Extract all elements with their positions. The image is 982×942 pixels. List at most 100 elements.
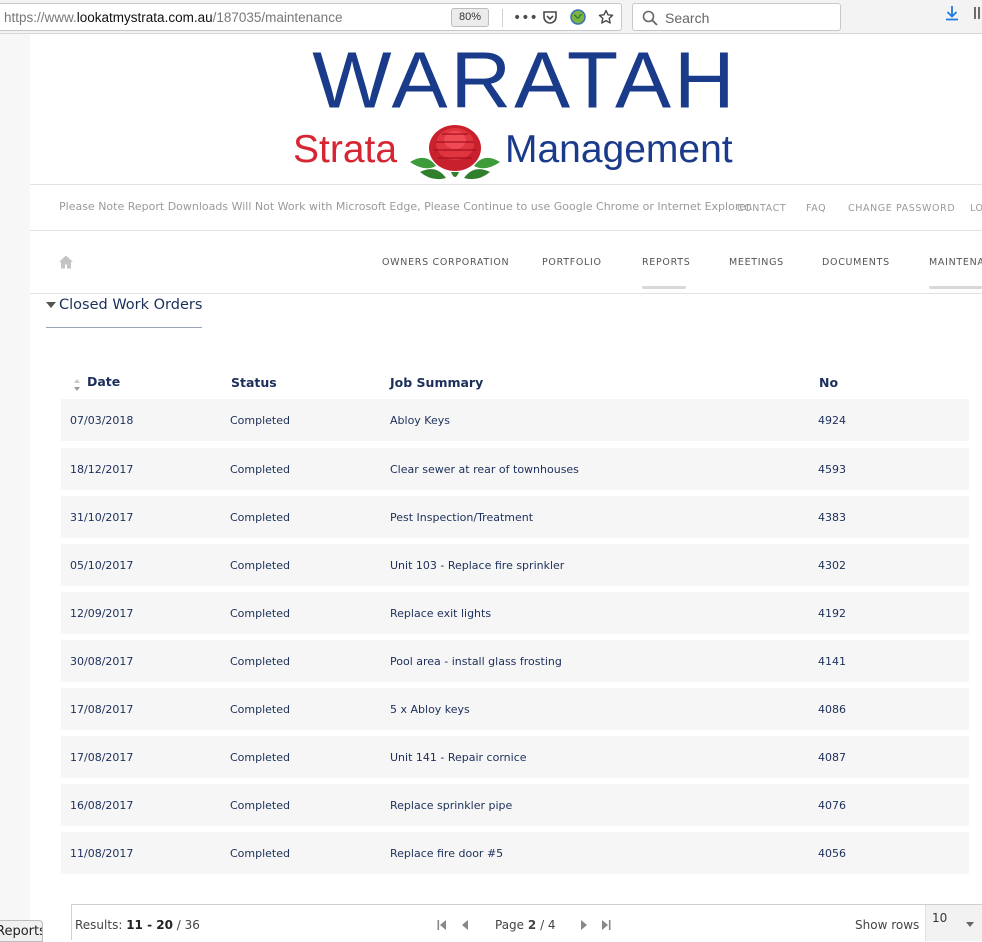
table-row[interactable]: 05/10/2017 Completed Unit 103 - Replace fi… (61, 544, 969, 586)
sort-icon[interactable] (73, 378, 81, 392)
nav-hover-underline (642, 286, 686, 289)
cell-status: Completed (230, 559, 290, 572)
cell-job-summary: Pest Inspection/Treatment (390, 511, 534, 524)
cell-status: Completed (230, 607, 290, 620)
table-row[interactable]: 16/08/2017 Completed Replace sprinkler pip… (61, 784, 969, 826)
cell-status: Completed (230, 463, 290, 476)
contact-link[interactable]: CONTACT (737, 203, 786, 214)
logo-subtitle-left: Strata (293, 128, 398, 171)
reports-side-tab[interactable]: Reports (0, 920, 43, 942)
nav-maintenance[interactable]: MAINTENA (929, 257, 982, 268)
pagination-bar: Results: 11 - 20 / 36 Page 2 / 4 Show ro… (71, 904, 982, 941)
pocket-icon[interactable] (541, 9, 559, 27)
nav-portfolio[interactable]: PORTFOLIO (542, 257, 602, 268)
cell-job-summary: Replace sprinkler pipe (390, 799, 513, 812)
cell-no: 4087 (818, 751, 846, 764)
cell-no: 4141 (818, 655, 846, 668)
chevron-down-icon (966, 922, 974, 927)
closed-work-orders-header[interactable]: Closed Work Orders (46, 296, 202, 328)
separator (502, 9, 503, 27)
column-header-job-summary[interactable]: Job Summary (390, 375, 483, 390)
cell-job-summary: Unit 103 - Replace fire sprinkler (390, 559, 565, 572)
nav-meetings[interactable]: MEETINGS (729, 257, 784, 268)
cell-no: 4593 (818, 463, 846, 476)
table-header: Date Status Job Summary No (61, 370, 969, 396)
cell-status: Completed (230, 751, 290, 764)
search-icon (642, 10, 658, 26)
cell-date: 17/08/2017 (70, 703, 134, 716)
more-actions-icon[interactable]: ••• (513, 9, 538, 27)
cell-status: Completed (230, 703, 290, 716)
cell-no: 4086 (818, 703, 846, 716)
cell-job-summary: Replace fire door #5 (390, 847, 504, 860)
library-icon[interactable] (970, 5, 982, 23)
cell-date: 18/12/2017 (70, 463, 134, 476)
last-page-icon[interactable] (601, 919, 611, 931)
cell-date: 11/08/2017 (70, 847, 134, 860)
table-row[interactable]: 18/12/2017 Completed Clear sewer at rear o… (61, 448, 969, 490)
cell-status: Completed (230, 414, 290, 427)
faq-link[interactable]: FAQ (806, 203, 826, 214)
rows-per-page-value: 10 (932, 911, 948, 925)
cell-date: 05/10/2017 (70, 559, 134, 572)
nav-active-underline (929, 286, 982, 289)
cell-status: Completed (230, 511, 290, 524)
table-row[interactable]: 30/08/2017 Completed Pool area - install g… (61, 640, 969, 682)
cell-job-summary: 5 x Abloy keys (390, 703, 470, 716)
rows-per-page-select[interactable]: 10 (925, 905, 982, 941)
table-row[interactable]: 31/10/2017 Completed Pest Inspection/Treat… (61, 496, 969, 538)
cell-date: 07/03/2018 (70, 414, 134, 427)
table-row[interactable]: 12/09/2017 Completed Replace exit lights 41… (61, 592, 969, 634)
left-gutter (0, 34, 30, 940)
table-row[interactable]: 17/08/2017 Completed Unit 141 - Repair cor… (61, 736, 969, 778)
column-header-status[interactable]: Status (231, 375, 277, 390)
table-row[interactable]: 07/03/2018 Completed Abloy Keys 4924 (61, 399, 969, 441)
bookmark-star-icon[interactable] (597, 9, 615, 27)
cell-date: 31/10/2017 (70, 511, 134, 524)
cell-no: 4302 (818, 559, 846, 572)
zoom-indicator[interactable]: 80% (451, 8, 489, 27)
cell-job-summary: Abloy Keys (390, 414, 450, 427)
home-icon[interactable] (58, 254, 74, 270)
cell-no: 4056 (818, 847, 846, 860)
column-header-date[interactable]: Date (87, 374, 120, 389)
browser-notice: Please Note Report Downloads Will Not Wo… (59, 200, 753, 213)
downloads-icon[interactable] (943, 5, 961, 23)
cell-job-summary: Unit 141 - Repair cornice (390, 751, 527, 764)
search-placeholder: Search (665, 10, 710, 26)
nav-owners-corporation[interactable]: OWNERS CORPORATION (382, 257, 509, 268)
results-count: Results: 11 - 20 / 36 (75, 918, 200, 932)
waratah-flower-logo-icon (410, 125, 500, 180)
logo-title: WARATAH (312, 35, 738, 125)
cell-job-summary: Replace exit lights (390, 607, 492, 620)
address-bar[interactable]: https://www.lookatmystrata.com.au/187035… (0, 3, 622, 31)
cell-no: 4192 (818, 607, 846, 620)
url-text: https://www.lookatmystrata.com.au/187035… (4, 10, 343, 25)
cell-date: 17/08/2017 (70, 751, 134, 764)
cell-no: 4383 (818, 511, 846, 524)
nav-documents[interactable]: DOCUMENTS (822, 257, 890, 268)
logo-subtitle-right: Management (505, 128, 733, 171)
browser-search-box[interactable]: Search (632, 3, 841, 31)
first-page-icon[interactable] (437, 919, 447, 931)
cell-job-summary: Clear sewer at rear of townhouses (390, 463, 579, 476)
table-row[interactable]: 11/08/2017 Completed Replace fire door #5 4… (61, 832, 969, 874)
cell-no: 4076 (818, 799, 846, 812)
browser-toolbar: https://www.lookatmystrata.com.au/187035… (0, 0, 982, 34)
change-password-link[interactable]: CHANGE PASSWORD (848, 203, 955, 214)
nav-reports[interactable]: REPORTS (642, 257, 690, 268)
section-title: Closed Work Orders (59, 297, 203, 313)
cell-date: 30/08/2017 (70, 655, 134, 668)
cell-no: 4924 (818, 414, 846, 427)
cell-status: Completed (230, 847, 290, 860)
column-header-no[interactable]: No (819, 375, 838, 390)
extension-globe-icon[interactable] (569, 9, 587, 27)
cell-date: 12/09/2017 (70, 607, 134, 620)
previous-page-icon[interactable] (460, 919, 470, 931)
table-row[interactable]: 17/08/2017 Completed 5 x Abloy keys 4086 (61, 688, 969, 730)
page-indicator: Page 2 / 4 (495, 918, 556, 932)
next-page-icon[interactable] (579, 919, 589, 931)
cell-status: Completed (230, 655, 290, 668)
cell-job-summary: Pool area - install glass frosting (390, 655, 562, 668)
logout-link[interactable]: LO (970, 203, 982, 214)
